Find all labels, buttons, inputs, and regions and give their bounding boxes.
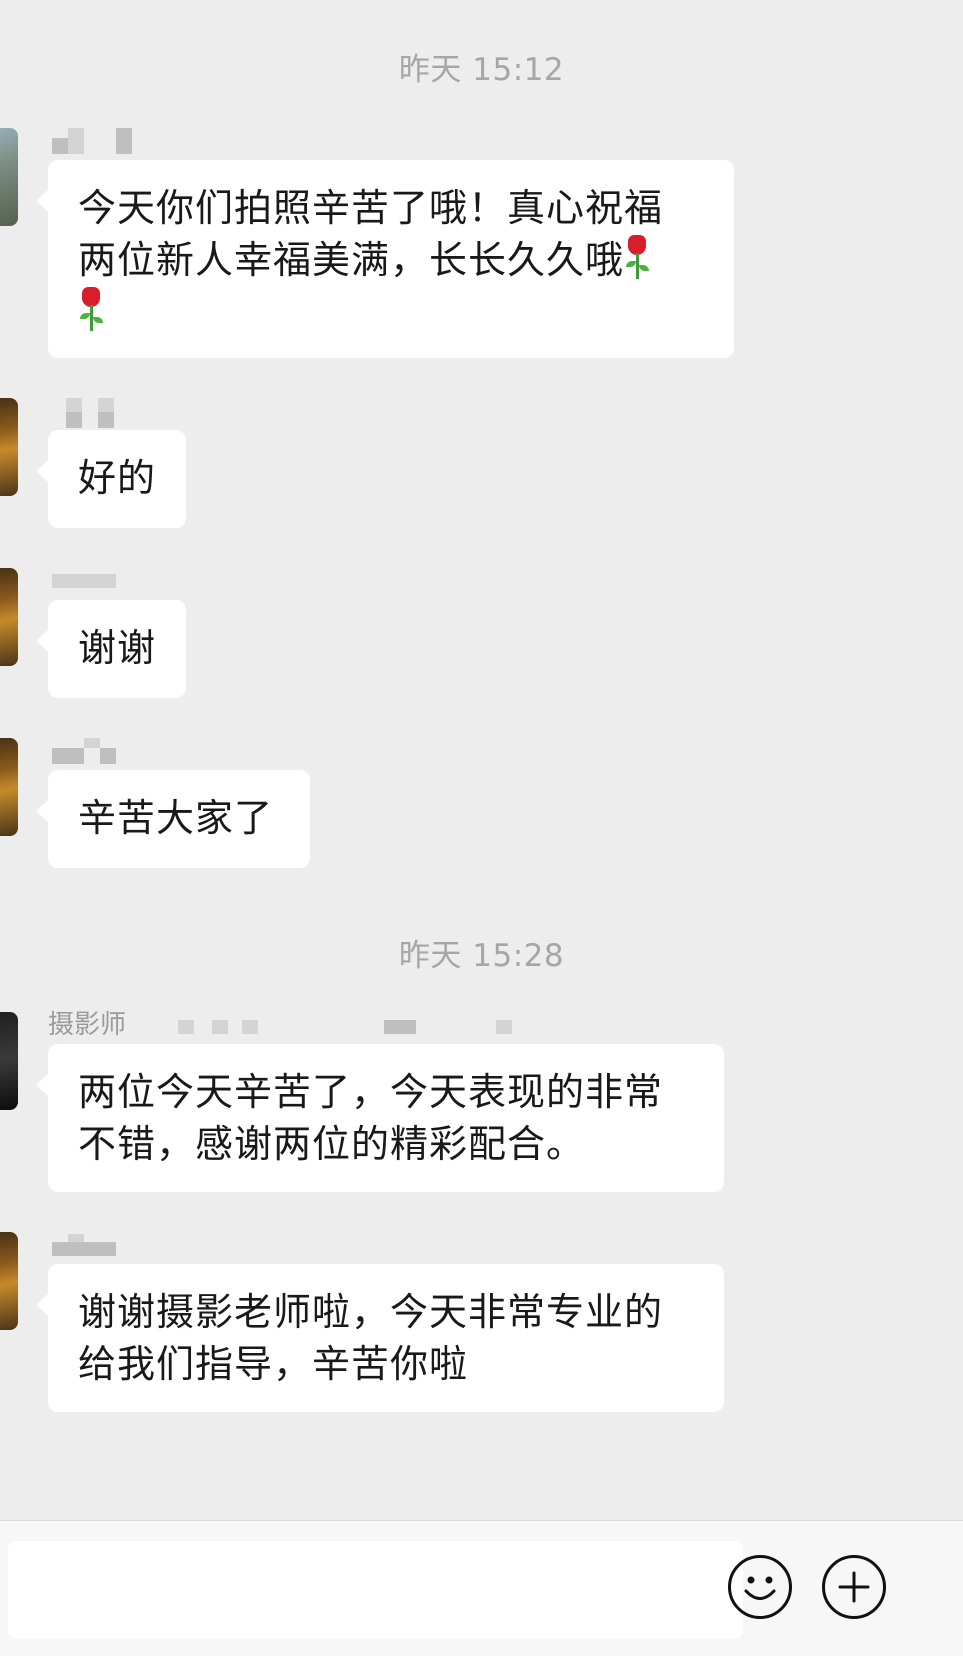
- message-bubble[interactable]: 好的: [36, 430, 186, 528]
- sender-avatar[interactable]: [0, 568, 18, 666]
- rose-emoji-icon: [624, 235, 650, 281]
- message-text: 谢谢: [78, 626, 157, 670]
- rose-emoji-icon: [78, 287, 104, 333]
- message-bubble[interactable]: 辛苦大家了: [36, 770, 310, 868]
- sender-avatar[interactable]: [0, 738, 18, 836]
- sender-avatar[interactable]: [0, 398, 18, 496]
- sender-nickname: 摄影师: [48, 1010, 127, 1040]
- message-timestamp: 昨天 15:28: [398, 938, 565, 974]
- message-input[interactable]: [8, 1541, 743, 1639]
- message-text: 两位今天辛苦了，今天表现的非常 不错，感谢两位的精彩配合。: [78, 1070, 664, 1166]
- sender-avatar[interactable]: [0, 1232, 18, 1330]
- smiley-face-icon[interactable]: [728, 1555, 792, 1619]
- message-text: 今天你们拍照辛苦了哦！真心祝福 两位新人幸福美满，长长久久哦: [78, 186, 664, 282]
- message-bubble[interactable]: 两位今天辛苦了，今天表现的非常 不错，感谢两位的精彩配合。: [36, 1044, 724, 1192]
- message-text: 好的: [78, 456, 157, 500]
- message-text: 辛苦大家了: [78, 796, 274, 840]
- chat-message-list: 昨天 15:12 今天你们拍照辛苦了哦！真心祝福 两位新人幸福美满，长长久久哦 …: [0, 0, 963, 1520]
- sender-avatar[interactable]: [0, 128, 18, 226]
- chat-input-bar: [0, 1520, 963, 1656]
- message-bubble[interactable]: 谢谢摄影老师啦，今天非常专业的 给我们指导，辛苦你啦: [36, 1264, 724, 1412]
- message-text: 谢谢摄影老师啦，今天非常专业的 给我们指导，辛苦你啦: [78, 1290, 664, 1386]
- plus-circle-icon[interactable]: [822, 1555, 886, 1619]
- message-bubble[interactable]: 谢谢: [36, 600, 186, 698]
- message-bubble[interactable]: 今天你们拍照辛苦了哦！真心祝福 两位新人幸福美满，长长久久哦: [36, 160, 734, 358]
- message-timestamp: 昨天 15:12: [398, 52, 565, 88]
- sender-avatar[interactable]: [0, 1012, 18, 1110]
